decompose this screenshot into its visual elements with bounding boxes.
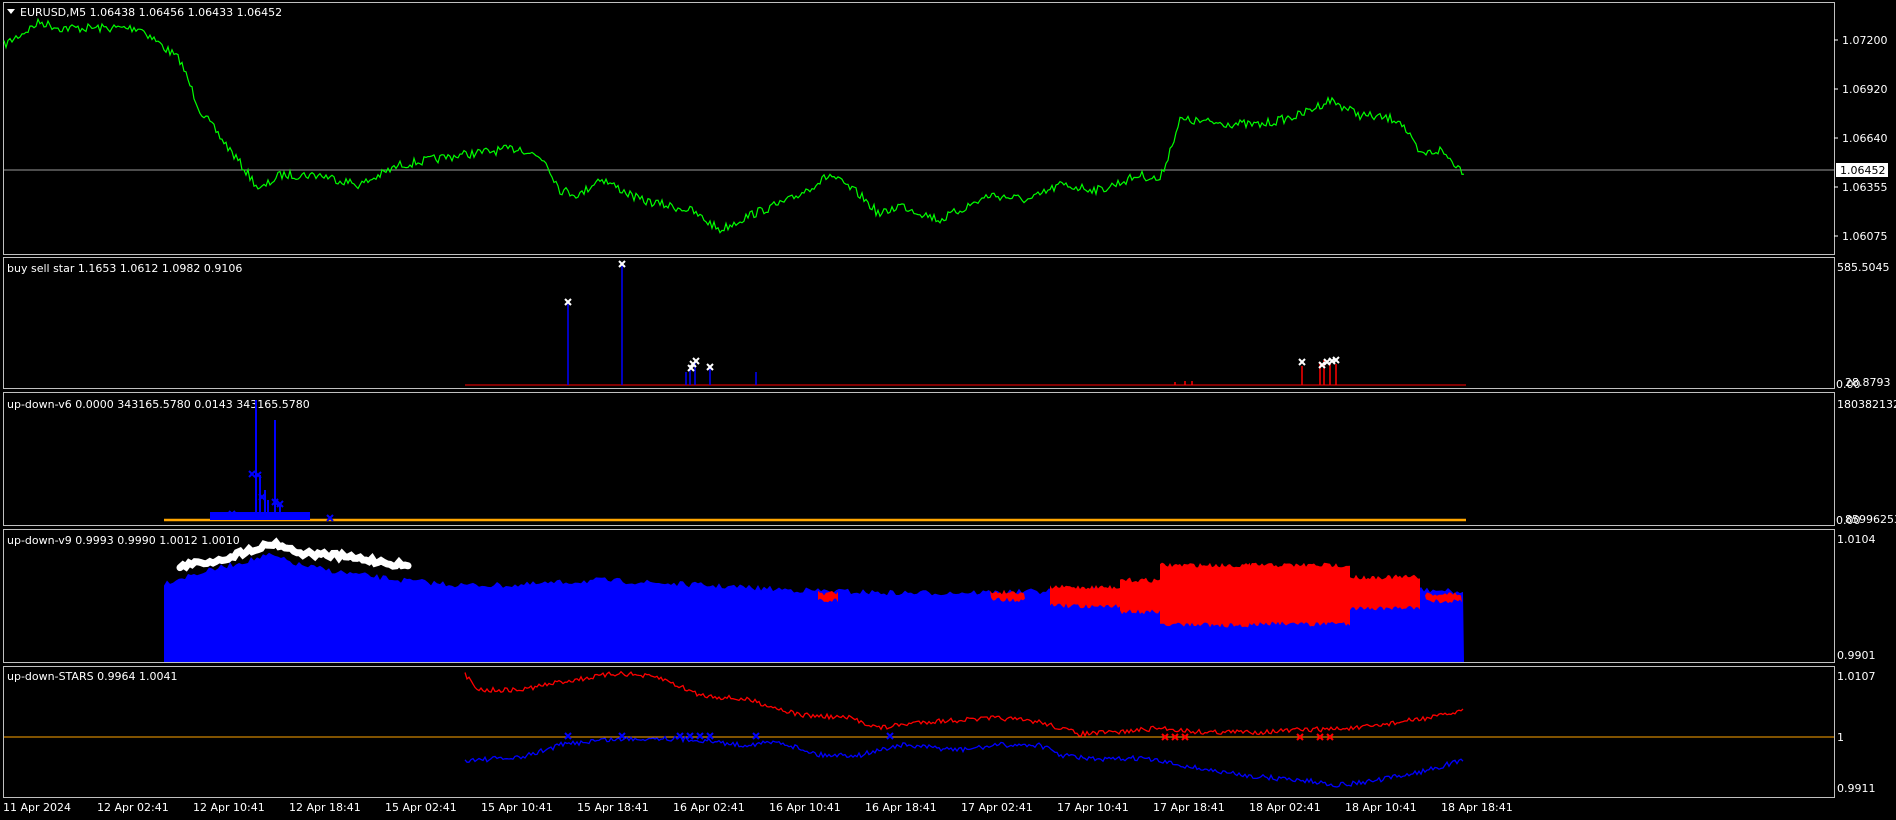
- scale-bottom-value: 85996253: [1845, 513, 1896, 526]
- time-label: 15 Apr 02:41: [385, 801, 457, 814]
- time-label: 17 Apr 18:41: [1153, 801, 1225, 814]
- time-axis: 11 Apr 2024 12 Apr 02:41 12 Apr 10:41 12…: [3, 801, 1513, 814]
- pane-up-down-stars[interactable]: up-down-STARS 0.9964 1.0041 1.0107 1 0.9…: [4, 670, 1876, 795]
- time-label: 12 Apr 18:41: [289, 801, 361, 814]
- time-label: 18 Apr 02:41: [1249, 801, 1321, 814]
- star-x-icon: [248, 470, 256, 478]
- pane-title: buy sell star 1.1653 1.0612 1.0982 0.910…: [7, 262, 242, 275]
- pane-4-frame: [3, 666, 1835, 798]
- symbol-title: EURUSD,M5 1.06438 1.06456 1.06433 1.0645…: [20, 6, 282, 19]
- star-x-icon: [1298, 358, 1306, 366]
- star-x-icon: [696, 732, 704, 740]
- pane-title: up-down-STARS 0.9964 1.0041: [7, 670, 178, 683]
- price-line: [3, 17, 1465, 234]
- time-label: 16 Apr 10:41: [769, 801, 841, 814]
- time-label: 15 Apr 18:41: [577, 801, 649, 814]
- time-label: 15 Apr 10:41: [481, 801, 553, 814]
- scale-mid: 1: [1837, 731, 1844, 744]
- time-label: 12 Apr 02:41: [97, 801, 169, 814]
- pane-1-frame: [3, 257, 1835, 389]
- scale-top: 1.0107: [1837, 670, 1876, 683]
- red-line: [464, 670, 1464, 738]
- scale-top: 585.5045: [1837, 261, 1890, 274]
- star-x-icon: [686, 732, 694, 740]
- price-tick: 1.07200: [1842, 34, 1888, 47]
- time-label: 11 Apr 2024: [3, 801, 71, 814]
- spike-marks: [564, 260, 1340, 385]
- star-x-icon: [618, 732, 626, 740]
- pane-title: up-down-v6 0.0000 343165.5780 0.0143 343…: [7, 398, 310, 411]
- scale-bottom-value: 28.8793: [1845, 376, 1891, 389]
- star-x-icon: [706, 732, 714, 740]
- star-x-icon: [752, 732, 760, 740]
- time-label: 18 Apr 10:41: [1345, 801, 1417, 814]
- pane-title: up-down-v9 0.9993 0.9990 1.0012 1.0010: [7, 534, 240, 547]
- time-label: 16 Apr 02:41: [673, 801, 745, 814]
- price-tick: 1.06640: [1842, 132, 1888, 145]
- scale-bottom: 0.9901: [1837, 649, 1876, 662]
- main-pane-frame: [3, 2, 1835, 255]
- pane-buy-sell-star[interactable]: buy sell star 1.1653 1.0612 1.0982 0.910…: [7, 260, 1891, 391]
- price-tick: 1.06355: [1842, 181, 1888, 194]
- spike-marks: [210, 400, 334, 522]
- star-x-icon: [886, 732, 894, 740]
- star-x-icon: [564, 732, 572, 740]
- main-price-pane[interactable]: EURUSD,M5 1.06438 1.06456 1.06433 1.0645…: [3, 6, 1888, 243]
- scale-bottom: 0.9911: [1837, 782, 1876, 795]
- time-label: 17 Apr 02:41: [961, 801, 1033, 814]
- time-label: 17 Apr 10:41: [1057, 801, 1129, 814]
- trading-chart[interactable]: EURUSD,M5 1.06438 1.06456 1.06433 1.0645…: [0, 0, 1896, 820]
- time-label: 12 Apr 10:41: [193, 801, 265, 814]
- scale-top: 1.0104: [1837, 533, 1876, 546]
- time-label: 18 Apr 18:41: [1441, 801, 1513, 814]
- price-tick: 1.06920: [1842, 83, 1888, 96]
- pane-up-down-v6[interactable]: up-down-v6 0.0000 343165.5780 0.0143 343…: [7, 398, 1896, 527]
- scale-top: 180382132: [1837, 398, 1896, 411]
- time-label: 16 Apr 18:41: [865, 801, 937, 814]
- blue-line: [464, 735, 1464, 788]
- price-tick: 1.06075: [1842, 230, 1888, 243]
- current-price-label: 1.06452: [1840, 164, 1886, 177]
- price-scale: 1.07200 1.06920 1.06640 1.06355 1.06075 …: [1834, 34, 1888, 243]
- blue-block: [210, 512, 310, 520]
- pane-up-down-v9[interactable]: up-down-v9 0.9993 0.9990 1.0012 1.0010 1…: [7, 533, 1876, 662]
- chart-menu-triangle-icon[interactable]: [7, 9, 15, 14]
- star-x-icon: [676, 732, 684, 740]
- star-x-icon: [692, 357, 700, 365]
